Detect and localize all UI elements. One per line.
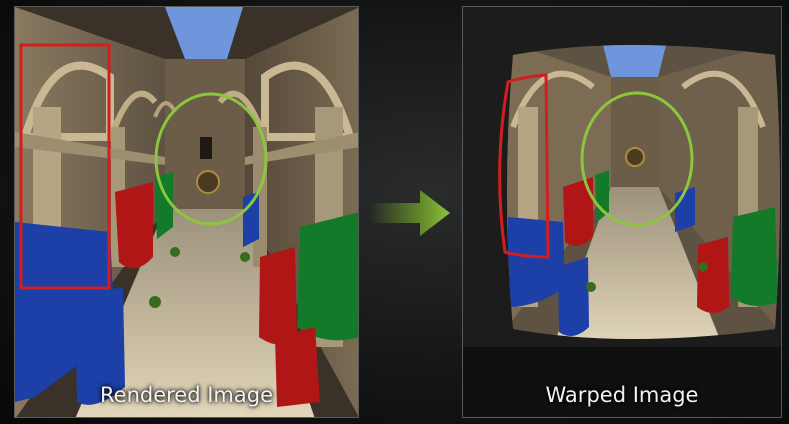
warped-image-panel: Warped Image <box>462 6 782 418</box>
arrow-right-icon <box>370 190 450 236</box>
warped-scene <box>463 7 781 417</box>
warped-image-caption: Warped Image <box>545 383 699 407</box>
rendered-image-caption: Rendered Image <box>100 383 273 407</box>
rendered-scene <box>15 7 358 417</box>
rendered-image-panel: Rendered Image <box>14 6 359 418</box>
